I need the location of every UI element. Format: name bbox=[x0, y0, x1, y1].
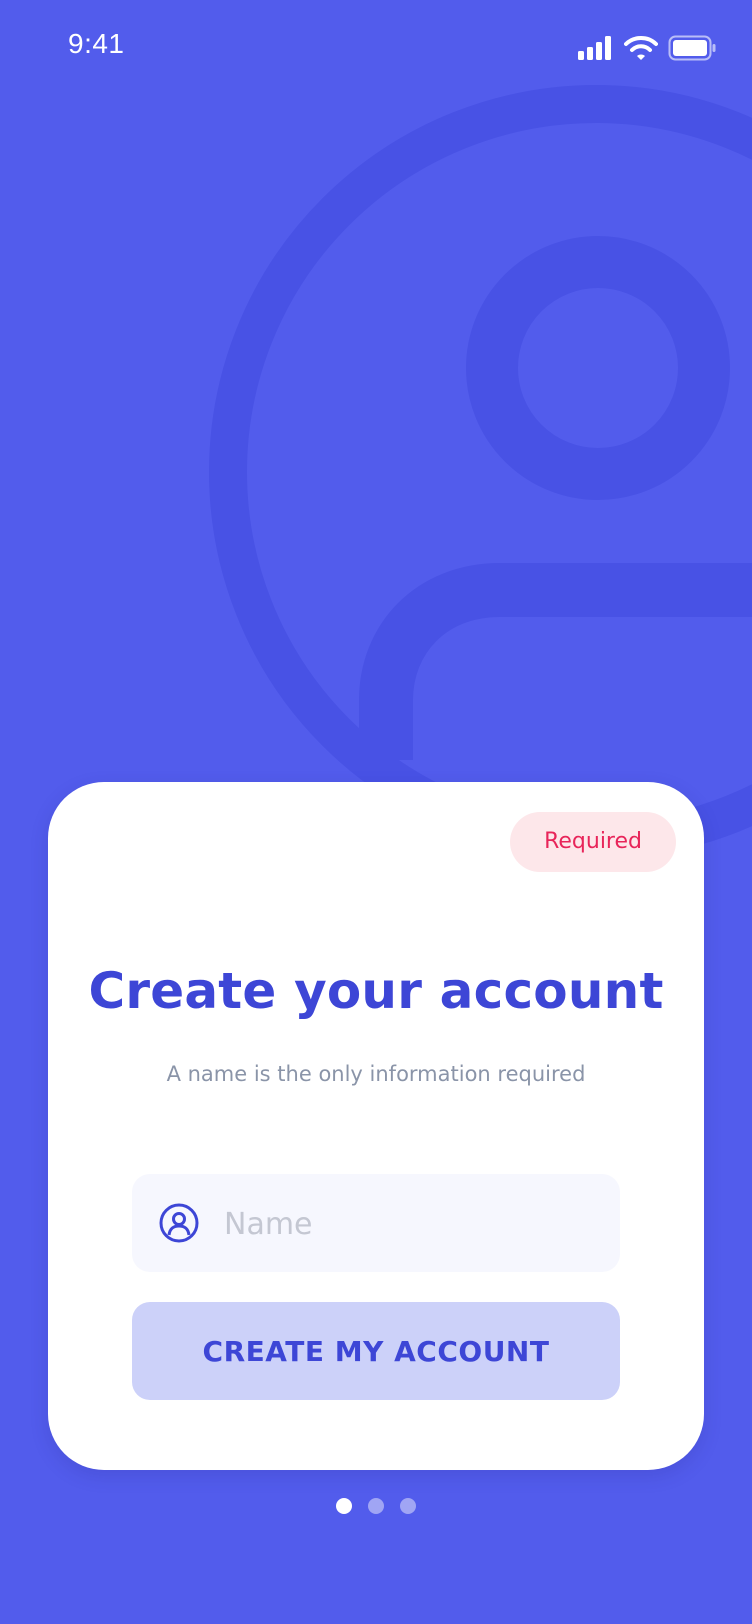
required-badge: Required bbox=[510, 812, 676, 872]
wifi-icon bbox=[624, 36, 658, 60]
page-dot-2[interactable] bbox=[368, 1498, 384, 1514]
status-icons bbox=[578, 34, 716, 62]
user-icon bbox=[159, 1203, 199, 1243]
battery-icon bbox=[668, 35, 716, 61]
page-subtitle: A name is the only information required bbox=[166, 1062, 586, 1086]
create-account-button[interactable]: CREATE MY ACCOUNT bbox=[132, 1302, 620, 1400]
page-title: Create your account bbox=[88, 962, 664, 1020]
status-bar: 9:41 bbox=[0, 0, 752, 96]
page-dot-1[interactable] bbox=[336, 1498, 352, 1514]
status-time: 9:41 bbox=[68, 28, 125, 59]
page-indicator bbox=[0, 1498, 752, 1514]
signal-icon bbox=[578, 36, 611, 60]
onboarding-screen: 9:41 Required Create your account A name… bbox=[0, 0, 752, 1624]
page-dot-3[interactable] bbox=[400, 1498, 416, 1514]
signup-card: Required Create your account A name is t… bbox=[48, 782, 704, 1470]
name-input[interactable] bbox=[222, 1174, 606, 1274]
name-field[interactable] bbox=[132, 1174, 620, 1274]
